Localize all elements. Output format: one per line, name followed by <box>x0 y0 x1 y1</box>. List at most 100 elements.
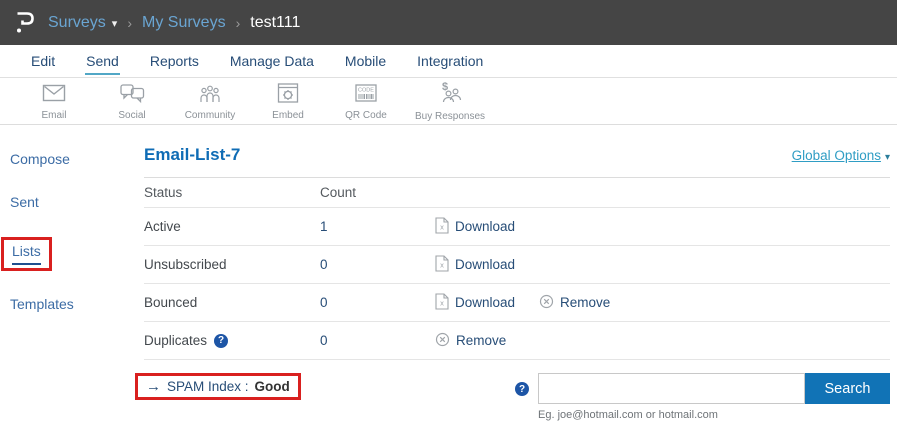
actions-cell: x Download Remove <box>435 293 890 313</box>
excel-file-icon: x <box>435 217 449 237</box>
remove-circle-icon <box>435 332 450 350</box>
main-header: Email-List-7 Global Options▾ <box>144 145 890 178</box>
sidebar-item-sent[interactable]: Sent <box>10 194 39 210</box>
action-label: Download <box>455 219 515 234</box>
chevron-down-icon: ▾ <box>885 152 890 163</box>
status-cell: Unsubscribed <box>144 257 320 272</box>
arrow-right-icon: → <box>146 379 161 394</box>
page-title: Email-List-7 <box>144 145 240 165</box>
tool-label: Community <box>185 110 236 121</box>
sidebar-item-wrap: Compose <box>10 151 135 169</box>
count-cell: 1 <box>320 219 435 234</box>
action-label: Remove <box>456 333 506 348</box>
remove-link[interactable]: Remove <box>435 332 506 350</box>
tool-buy-responses[interactable]: $Buy Responses <box>415 81 485 122</box>
status-label: Duplicates <box>144 333 207 348</box>
sidebar-item-wrap: Lists <box>10 237 135 271</box>
svg-text:x: x <box>440 260 444 269</box>
content-area: Compose Sent Lists Templates Email-List-7 G… <box>0 125 897 421</box>
svg-text:CODE: CODE <box>358 87 374 93</box>
table-row: Active 1x Download <box>144 208 890 246</box>
status-cell: Active <box>144 219 320 234</box>
duplicates-help-icon[interactable]: ? <box>214 334 228 348</box>
svg-text:x: x <box>440 222 444 231</box>
status-label: Bounced <box>144 295 197 310</box>
email-icon <box>41 82 67 109</box>
sidebar-item-wrap: Sent <box>10 194 135 212</box>
svg-text:x: x <box>440 298 444 307</box>
menu-item-reports[interactable]: Reports <box>149 47 200 75</box>
sidebar-item-templates[interactable]: Templates <box>10 296 74 312</box>
tool-label: Social <box>118 110 145 121</box>
tool-community[interactable]: Community <box>181 82 239 121</box>
breadcrumb-item-test111[interactable]: test111 <box>250 14 300 32</box>
status-table: StatusCountActive1xDownloadUnsubscribed0… <box>144 178 890 360</box>
column-header-status: Status <box>144 185 320 200</box>
action-label: Remove <box>560 295 610 310</box>
tool-embed[interactable]: Embed <box>259 82 317 121</box>
bottom-band: → SPAM Index : Good ? Search Eg. joe@hot… <box>144 373 890 421</box>
menu-item-manage-data[interactable]: Manage Data <box>229 47 315 75</box>
send-toolbar: Email Social Community Embed CODEQR Code $Buy… <box>0 78 897 125</box>
table-row: Unsubscribed 0x Download <box>144 246 890 284</box>
search-group: ? Search Eg. joe@hotmail.com or hotmail.… <box>515 373 890 421</box>
menu-item-send[interactable]: Send <box>85 47 120 75</box>
tool-qr-code[interactable]: CODEQR Code <box>337 82 395 121</box>
app-window: Surveys▾›My Surveys›test111 EditSendRepo… <box>0 0 897 429</box>
main-panel: Email-List-7 Global Options▾ StatusCount… <box>135 125 897 421</box>
search-input[interactable] <box>538 373 805 404</box>
search-button[interactable]: Search <box>805 373 890 404</box>
action-label: Download <box>455 295 515 310</box>
actions-cell: x Download <box>435 255 890 275</box>
excel-file-icon: x <box>435 255 449 275</box>
download-link[interactable]: x Download <box>435 293 515 313</box>
remove-circle-icon <box>539 294 554 312</box>
download-link[interactable]: x Download <box>435 255 515 275</box>
sidebar: Compose Sent Lists Templates <box>0 125 135 421</box>
table-header-row: StatusCount <box>144 178 890 208</box>
breadcrumb-item-surveys[interactable]: Surveys▾ <box>48 14 117 32</box>
spam-index-value: Good <box>255 379 290 394</box>
actions-cell: Remove <box>435 332 890 350</box>
sidebar-item-lists[interactable]: Lists <box>12 243 41 265</box>
table-row: Duplicates?0Remove <box>144 322 890 360</box>
spam-index-annotation: → SPAM Index : Good <box>135 373 301 400</box>
global-options-link[interactable]: Global Options▾ <box>792 148 890 163</box>
sidebar-annotation-box: Lists <box>1 237 52 271</box>
count-cell: 0 <box>320 295 435 310</box>
menu-item-mobile[interactable]: Mobile <box>344 47 387 75</box>
chevron-down-icon: ▾ <box>112 18 118 30</box>
menu-item-edit[interactable]: Edit <box>30 47 56 75</box>
breadcrumb-item-my-surveys[interactable]: My Surveys <box>142 14 226 32</box>
sidebar-item-wrap: Templates <box>10 296 135 314</box>
buy-responses-icon: $ <box>437 81 463 110</box>
action-label: Download <box>455 257 515 272</box>
status-label: Active <box>144 219 181 234</box>
menu-item-integration[interactable]: Integration <box>416 47 484 75</box>
download-link[interactable]: x Download <box>435 217 515 237</box>
tool-label: Email <box>41 110 66 121</box>
tool-email[interactable]: Email <box>25 82 83 121</box>
excel-file-icon: x <box>435 293 449 313</box>
breadcrumb-separator: › <box>236 15 241 31</box>
embed-icon <box>275 82 301 109</box>
community-icon <box>197 82 223 109</box>
sidebar-item-compose[interactable]: Compose <box>10 151 70 167</box>
tool-social[interactable]: Social <box>103 82 161 121</box>
status-label: Unsubscribed <box>144 257 227 272</box>
menu-bar: Edit Send Reports Manage Data Mobile Integrat… <box>0 45 897 78</box>
search-hint: Eg. joe@hotmail.com or hotmail.com <box>538 409 890 421</box>
search-help-icon[interactable]: ? <box>515 382 529 396</box>
tool-label: Buy Responses <box>415 111 485 122</box>
column-header-count: Count <box>320 185 435 200</box>
count-cell: 0 <box>320 257 435 272</box>
status-cell: Bounced <box>144 295 320 310</box>
topbar: Surveys▾›My Surveys›test111 <box>0 0 897 45</box>
count-cell: 0 <box>320 333 435 348</box>
remove-link[interactable]: Remove <box>539 294 610 312</box>
actions-cell: x Download <box>435 217 890 237</box>
sogosurvey-logo[interactable] <box>14 9 36 36</box>
spam-index-label: SPAM Index : <box>167 379 249 394</box>
status-cell: Duplicates? <box>144 333 320 348</box>
table-row: Bounced 0x Download Remove <box>144 284 890 322</box>
